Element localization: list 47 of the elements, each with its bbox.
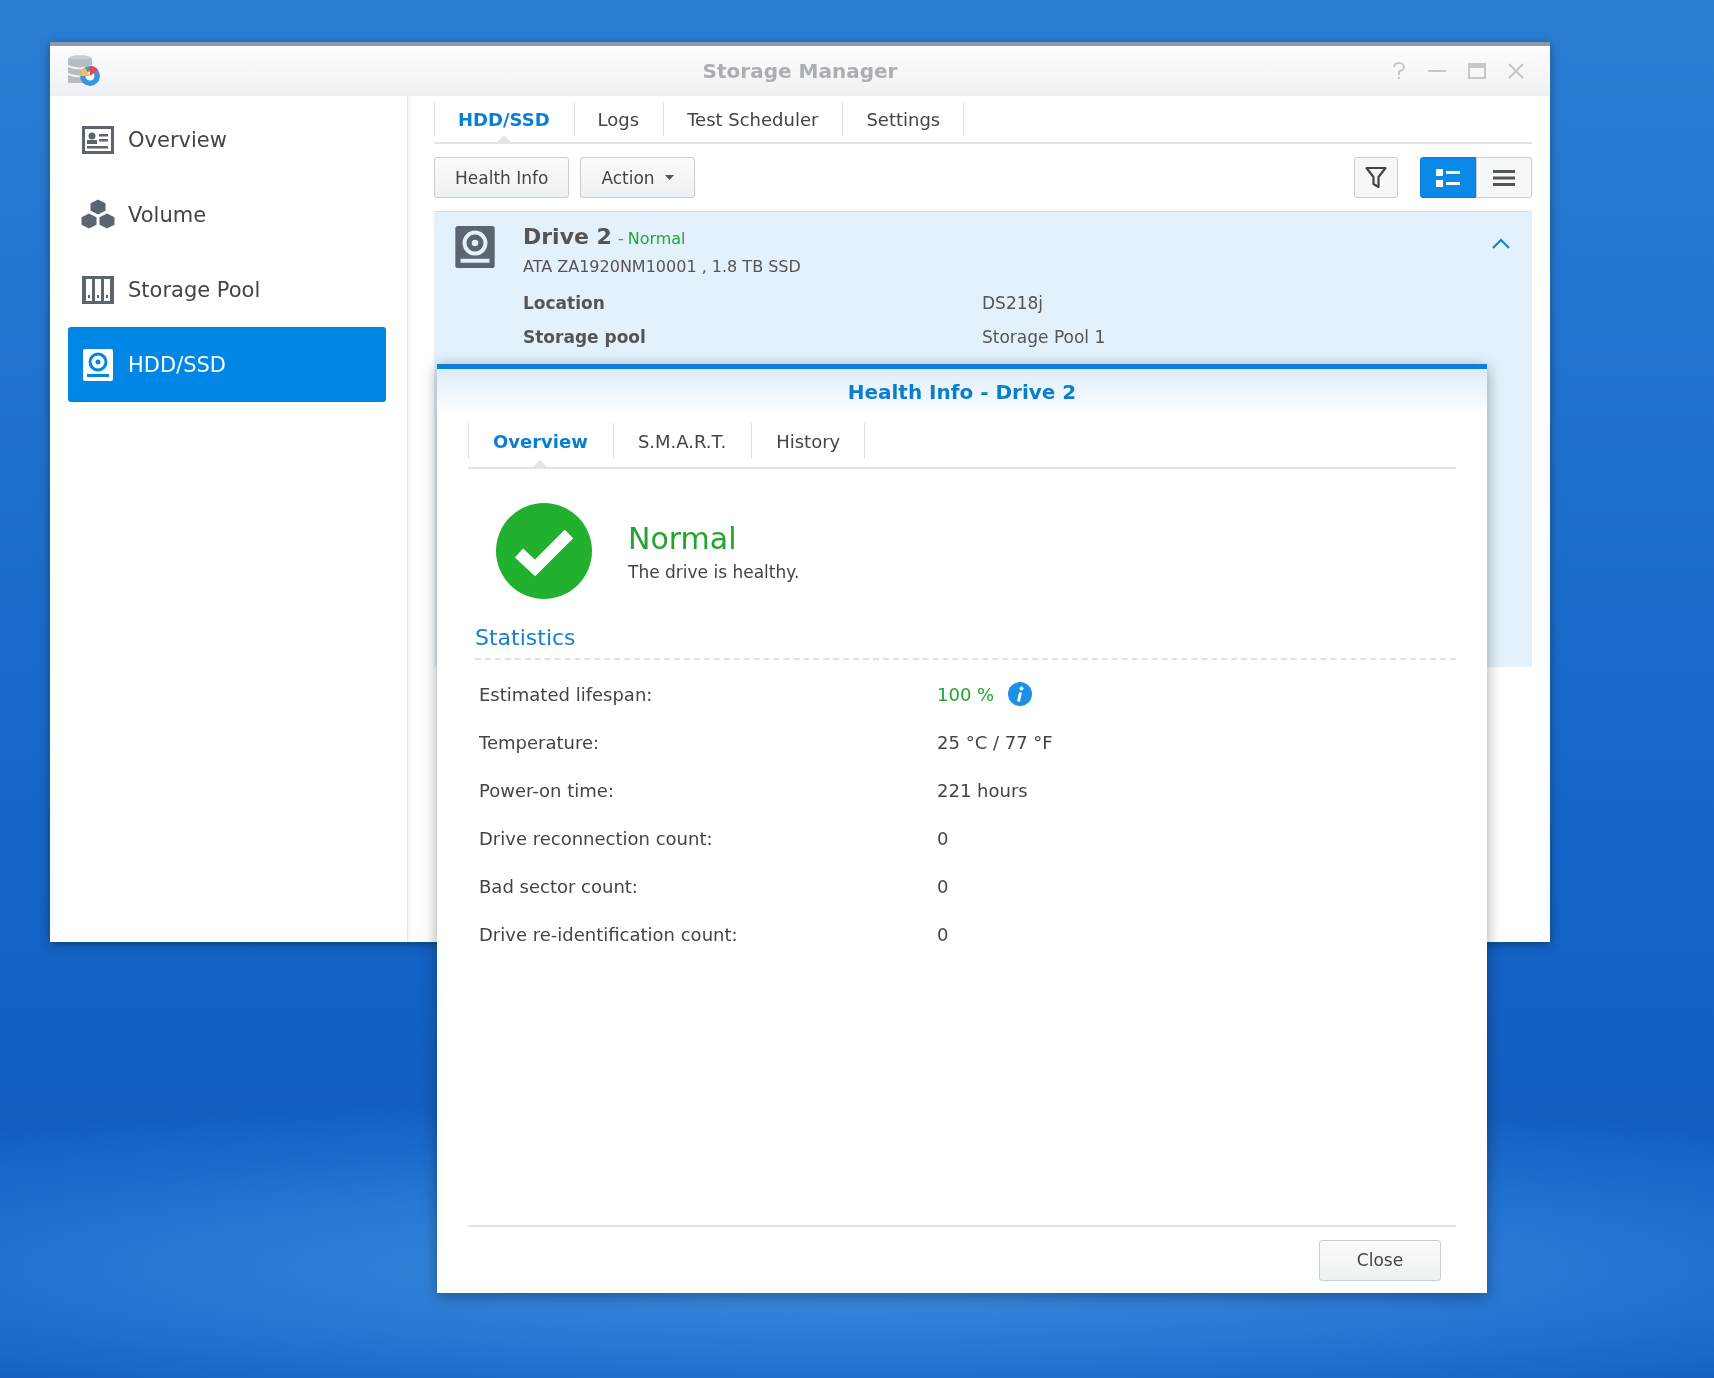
- detail-value: Storage Pool 1: [982, 327, 1107, 347]
- sidebar-item[interactable]: Overview: [68, 102, 386, 177]
- health-status: Normal: [628, 520, 738, 556]
- drive-status: Normal: [627, 229, 686, 248]
- hard-drive-icon: [454, 224, 496, 270]
- storage-pool-icon: [81, 274, 115, 305]
- stat-label: Drive re-identification count:: [479, 923, 739, 945]
- stat-label: Estimated lifespan:: [479, 683, 654, 705]
- sidebar-item[interactable]: HDD/SSD: [68, 327, 386, 402]
- filter-button[interactable]: [1354, 157, 1398, 198]
- dialog-title: Health Info - Drive 2: [847, 380, 1077, 404]
- section-heading: Statistics: [475, 625, 1456, 660]
- stat-value: 221 hours: [937, 779, 1028, 801]
- detail-list-icon: [1436, 167, 1460, 188]
- info-icon[interactable]: [1008, 682, 1033, 706]
- stat-label: Bad sector count:: [479, 875, 639, 897]
- stat-label: Temperature:: [479, 731, 601, 753]
- close-button[interactable]: Close: [1319, 1239, 1441, 1281]
- sidebar-item[interactable]: Storage Pool: [68, 252, 386, 327]
- stat-value: 25 °C / 77 °F: [937, 731, 1053, 753]
- stat-value: 0: [937, 875, 949, 897]
- stat-label: Power-on time:: [479, 779, 615, 801]
- toolbar-button[interactable]: Health Info: [434, 157, 570, 198]
- health-message: The drive is healthy.: [628, 561, 800, 582]
- view-toggle[interactable]: [1420, 157, 1476, 198]
- sidebar-item[interactable]: Volume: [68, 177, 386, 252]
- dropdown-button[interactable]: Action: [580, 157, 695, 198]
- detail-value: DS218j: [982, 293, 1045, 313]
- storage-manager-logo-icon: [66, 54, 102, 88]
- id-card-icon: [81, 124, 115, 155]
- stat-label: Drive reconnection count:: [479, 827, 714, 849]
- collapse-chevron-icon[interactable]: [1492, 238, 1510, 249]
- drive-name: Drive 2: [523, 224, 612, 249]
- detail-label: Location: [523, 293, 606, 313]
- stat-value: 0: [937, 923, 949, 945]
- caret-icon: [664, 175, 674, 180]
- stat-value: 0: [937, 827, 949, 849]
- window-title: Storage Manager: [702, 59, 898, 83]
- status-separator: -: [617, 229, 624, 248]
- check-circle-icon: [496, 503, 592, 599]
- detail-label: Storage pool: [523, 327, 647, 347]
- view-toggle[interactable]: [1476, 157, 1532, 198]
- hard-drive-icon: [82, 347, 114, 382]
- drive-model: ATA ZA1920NM10001 , 1.8 TB SSD: [523, 257, 802, 276]
- menu-icon: [1493, 168, 1515, 187]
- filter-icon: [1365, 165, 1387, 190]
- stat-value: 100 %: [937, 683, 995, 705]
